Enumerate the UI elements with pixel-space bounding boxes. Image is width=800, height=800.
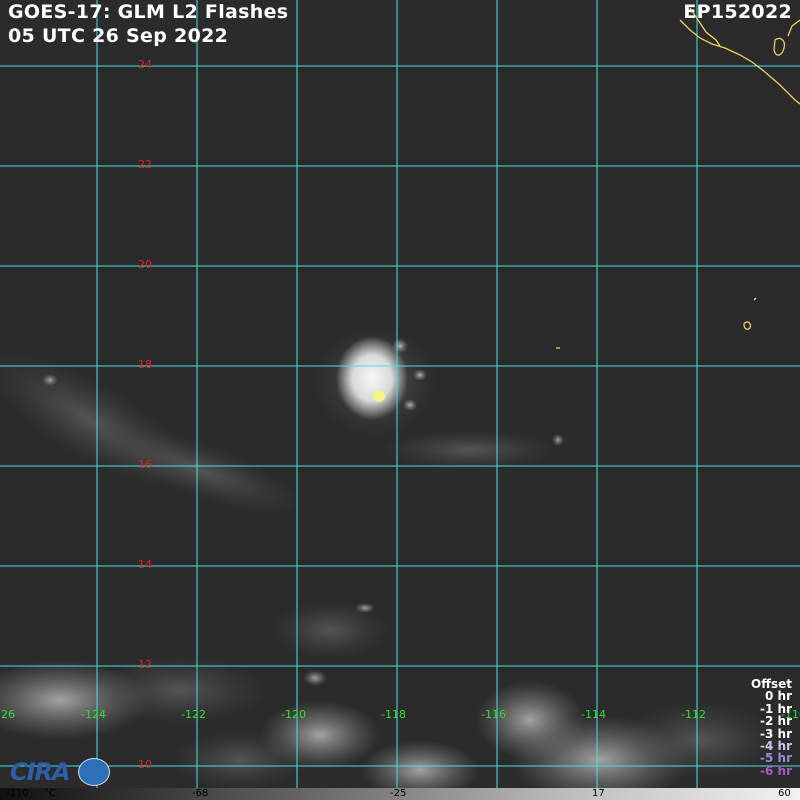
colorbar-unit: °C — [44, 788, 56, 799]
offset-item: 0 hr — [765, 689, 792, 704]
lon-label: -120 — [281, 708, 306, 721]
lon-label: -116 — [481, 708, 506, 721]
tropical-cyclone — [313, 326, 437, 438]
lon-label: -118 — [381, 708, 406, 721]
colorbar-tick: 17 — [592, 788, 605, 799]
lat-label: 20 — [138, 258, 152, 271]
lat-label: 16 — [138, 458, 152, 471]
colorbar-tick: -68 — [192, 788, 209, 799]
lat-label: 18 — [138, 358, 152, 371]
lon-label: -122 — [181, 708, 206, 721]
offset-legend: Offset 0 hr -1 hr -2 hr -3 hr -4 hr -5 h… — [751, 678, 792, 778]
lon-label: -124 — [81, 708, 106, 721]
colorbar-tick: -110 — [6, 788, 29, 799]
lat-label: 10 — [138, 758, 152, 771]
lat-label: 12 — [138, 658, 152, 671]
colorbar-tick: 60 — [778, 788, 791, 799]
colorbar-tick: -25 — [390, 788, 407, 799]
offset-item: -2 hr — [760, 714, 792, 729]
lon-label: -126 — [0, 708, 15, 721]
storm-id: EP152022 — [683, 1, 792, 23]
ramm-badge-icon — [78, 758, 110, 786]
cira-logo: CIRA — [4, 756, 110, 788]
lat-label: 24 — [138, 58, 152, 71]
ir-imagery — [0, 0, 800, 800]
offset-item: -6 hr — [760, 763, 792, 778]
lon-label: -114 — [581, 708, 606, 721]
offset-item: -5 hr — [760, 751, 792, 766]
lightning-flash-cluster — [373, 390, 385, 402]
lat-label: 22 — [138, 158, 152, 171]
lon-label: -112 — [681, 708, 706, 721]
lat-label: 14 — [138, 558, 152, 571]
cira-logo-text: CIRA — [10, 758, 71, 786]
product-title: GOES-17: GLM L2 Flashes — [8, 1, 289, 23]
timestamp: 05 UTC 26 Sep 2022 — [8, 25, 229, 47]
satellite-image-panel: GOES-17: GLM L2 Flashes 05 UTC 26 Sep 20… — [0, 0, 800, 800]
